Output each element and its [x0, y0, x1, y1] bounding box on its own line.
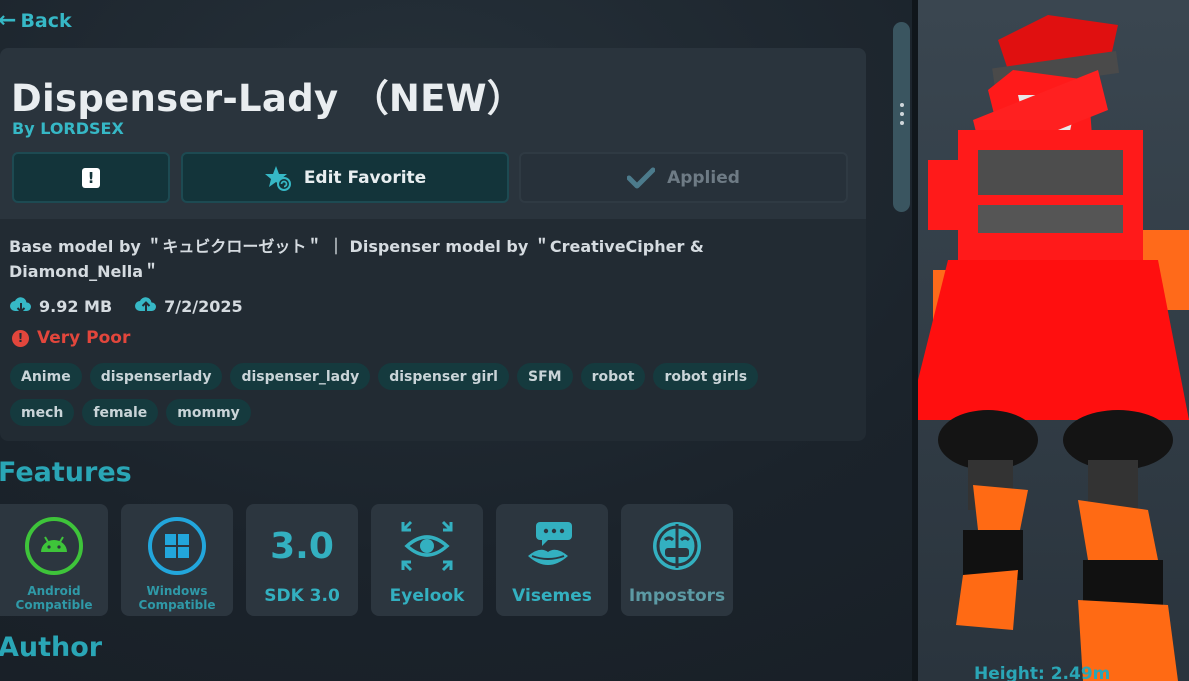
- applied-button[interactable]: Applied: [519, 152, 848, 203]
- file-size: 9.92 MB: [39, 296, 113, 316]
- edit-favorite-button[interactable]: Edit Favorite: [181, 152, 509, 203]
- back-button[interactable]: ← Back: [0, 8, 72, 33]
- author-heading: Author: [0, 632, 103, 663]
- upload-date: 7/2/2025: [164, 296, 243, 316]
- feature-eyelook: Eyelook: [371, 504, 483, 616]
- tag-chip[interactable]: Anime: [10, 363, 82, 390]
- feature-impostors: Impostors: [621, 504, 733, 616]
- android-icon: [25, 517, 83, 575]
- avatar-meta: 9.92 MB 7/2/2025: [9, 296, 243, 316]
- feature-impostors-label: Impostors: [628, 586, 726, 606]
- avatar-height: Height: 2.49m: [974, 664, 1111, 681]
- avatar-model-image: [918, 15, 1189, 681]
- back-label: Back: [20, 10, 72, 32]
- report-button[interactable]: !: [12, 152, 170, 203]
- report-icon: !: [82, 167, 100, 188]
- cloud-download-icon: [10, 297, 32, 313]
- visemes-icon: [528, 522, 572, 565]
- tag-chip[interactable]: robot: [580, 363, 646, 390]
- feature-android-label: Android Compatible: [15, 584, 93, 612]
- tag-chip[interactable]: mech: [10, 399, 75, 426]
- feature-visemes-label: Visemes: [512, 586, 592, 606]
- feature-visemes: Visemes: [496, 504, 608, 616]
- sdk-icon-text: 3.0: [270, 525, 334, 567]
- performance-rating: ! Very Poor: [12, 328, 130, 348]
- tag-list: Anime dispenserlady dispenser_lady dispense…: [10, 363, 830, 426]
- impostor-icon: [653, 522, 701, 570]
- avatar-description: Base model by ＂キュビクローゼット＂ ｜ Dispenser mo…: [9, 237, 704, 281]
- cloud-upload-icon: [135, 297, 157, 311]
- star-refresh-icon: [264, 165, 291, 191]
- tag-chip[interactable]: dispenserlady: [89, 363, 223, 390]
- feature-sdk-label: SDK 3.0: [264, 586, 340, 606]
- eye-icon: [401, 520, 453, 572]
- warning-icon: !: [12, 329, 29, 347]
- feature-windows: Windows Compatible: [121, 504, 233, 616]
- tag-chip[interactable]: female: [82, 399, 159, 426]
- tag-chip[interactable]: dispenser girl: [378, 363, 509, 390]
- avatar-details-page: ← Back Dispenser-Lady （NEW） By LORDSEX !…: [0, 0, 1189, 681]
- tag-chip[interactable]: robot girls: [653, 363, 759, 390]
- avatar-title: Dispenser-Lady （NEW）: [11, 77, 525, 120]
- tag-chip[interactable]: dispenser_lady: [230, 363, 371, 390]
- edit-favorite-label: Edit Favorite: [303, 167, 427, 188]
- features-heading: Features: [0, 457, 132, 488]
- resize-grip-icon[interactable]: [899, 103, 905, 125]
- features-row: Android Compatible Windows Compatible 3.…: [0, 504, 733, 616]
- author-link[interactable]: By LORDSEX: [12, 119, 124, 138]
- feature-sdk: 3.0 SDK 3.0: [246, 504, 358, 616]
- sdk-icon: 3.0: [270, 516, 334, 576]
- arrow-left-icon: ←: [0, 8, 17, 33]
- windows-icon: [148, 517, 206, 575]
- tag-chip[interactable]: mommy: [166, 399, 251, 426]
- tag-chip[interactable]: SFM: [517, 363, 573, 390]
- avatar-preview[interactable]: [918, 0, 1189, 681]
- feature-android: Android Compatible: [0, 504, 108, 616]
- feature-windows-label: Windows Compatible: [138, 584, 216, 612]
- feature-eyelook-label: Eyelook: [389, 586, 465, 606]
- checkmark-icon: [627, 167, 656, 188]
- applied-label: Applied: [667, 167, 740, 188]
- performance-label: Very Poor: [37, 328, 131, 348]
